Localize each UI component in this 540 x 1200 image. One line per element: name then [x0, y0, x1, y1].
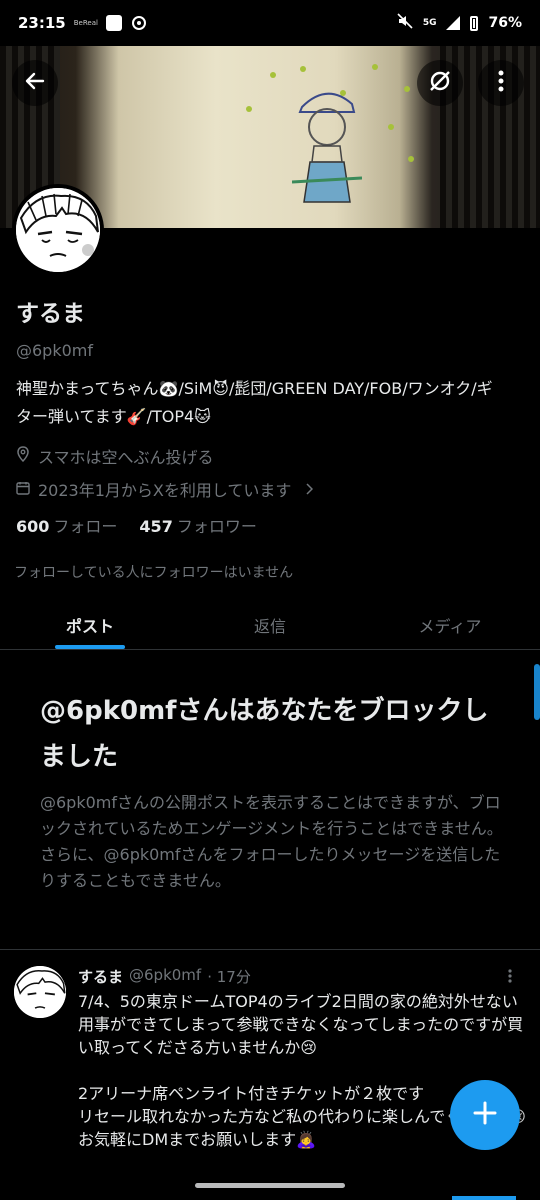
- back-arrow-icon: [23, 69, 47, 97]
- more-options-button[interactable]: [478, 60, 524, 106]
- scrollbar-thumb[interactable]: [534, 664, 540, 720]
- profile-tabs: ポスト 返信 メディア: [0, 600, 540, 650]
- blocked-body: @6pk0mfさんの公開ポストを表示することはできますが、ブロックされているため…: [40, 793, 503, 890]
- divider: [0, 949, 540, 950]
- home-indicator[interactable]: [195, 1183, 345, 1188]
- compose-post-button[interactable]: [450, 1080, 520, 1150]
- tab-media[interactable]: メディア: [360, 600, 540, 649]
- battery-icon: [470, 15, 479, 31]
- network-type: 5G: [422, 18, 437, 28]
- post-author-name[interactable]: するま: [78, 966, 123, 987]
- profile-joined[interactable]: 2023年1月からXを利用しています: [16, 477, 314, 501]
- following-label: フォロー: [53, 517, 118, 536]
- followers-label: フォロワー: [176, 517, 257, 536]
- signal-icon: [446, 16, 461, 30]
- profile-handle: @6pk0mf: [16, 341, 93, 360]
- post-more-button[interactable]: [508, 968, 512, 987]
- bio-line-2: ター弾いてます🎸/TOP4🐱: [16, 407, 211, 426]
- plus-icon: [472, 1100, 498, 1130]
- status-time: 23:15: [18, 14, 66, 32]
- calendar-icon: [16, 480, 30, 499]
- app-notification-icon: [105, 15, 122, 31]
- bereal-camera-icon: [131, 16, 146, 30]
- more-vertical-icon: [498, 70, 504, 96]
- status-right: 5G 76%: [397, 13, 522, 33]
- post-avatar[interactable]: [14, 966, 66, 1018]
- location-text: スマホは空へぶん投げる: [38, 448, 214, 467]
- post-author-handle[interactable]: @6pk0mf: [129, 966, 201, 987]
- joined-text: 2023年1月からXを利用しています: [38, 481, 292, 500]
- bottom-accent-bar: [452, 1196, 516, 1200]
- chevron-right-icon: [305, 480, 314, 499]
- tab-active-indicator: [55, 645, 125, 649]
- profile-location: スマホは空へぶん投げる: [16, 444, 214, 468]
- tab-replies-label: 返信: [253, 616, 286, 636]
- profile-avatar[interactable]: [12, 184, 104, 276]
- more-vertical-icon: [508, 968, 512, 987]
- bereal-indicator: BeReal: [73, 19, 98, 27]
- profile-bio: 神聖かまってちゃん🐼/SiM😈/髭団/GREEN DAY/FOB/ワンオク/ギ …: [16, 375, 531, 431]
- battery-level: 76%: [488, 15, 522, 31]
- drawing-illustration: [292, 92, 362, 203]
- post-time: · 17分: [207, 968, 251, 986]
- bio-line-1: 神聖かまってちゃん🐼/SiM😈/髭団/GREEN DAY/FOB/ワンオク/ギ: [16, 379, 493, 398]
- location-pin-icon: [16, 446, 30, 466]
- post-header: するま @6pk0mf · 17分: [78, 966, 251, 987]
- tab-posts-label: ポスト: [65, 616, 114, 636]
- followers-link[interactable]: 457 フォロワー: [139, 513, 256, 537]
- blocked-title: @6pk0mfさんはあなたをブロックしました: [40, 696, 489, 772]
- tab-posts[interactable]: ポスト: [0, 600, 180, 649]
- status-bar: 23:15 BeReal 5G 76%: [0, 0, 540, 46]
- following-count: 600: [16, 517, 50, 536]
- grok-button[interactable]: [417, 60, 463, 106]
- tab-media-label: メディア: [418, 616, 482, 636]
- followers-count: 457: [139, 517, 173, 536]
- following-link[interactable]: 600 フォロー: [16, 513, 117, 537]
- no-mutual-followers-text: フォローしている人にフォロワーはいません: [14, 565, 294, 581]
- mute-icon: [397, 13, 413, 33]
- profile-display-name: するま: [16, 301, 85, 327]
- grok-icon: [427, 68, 453, 98]
- tab-replies[interactable]: 返信: [180, 600, 360, 649]
- follow-stats: 600 フォロー 457 フォロワー: [16, 513, 257, 537]
- back-button[interactable]: [12, 60, 58, 106]
